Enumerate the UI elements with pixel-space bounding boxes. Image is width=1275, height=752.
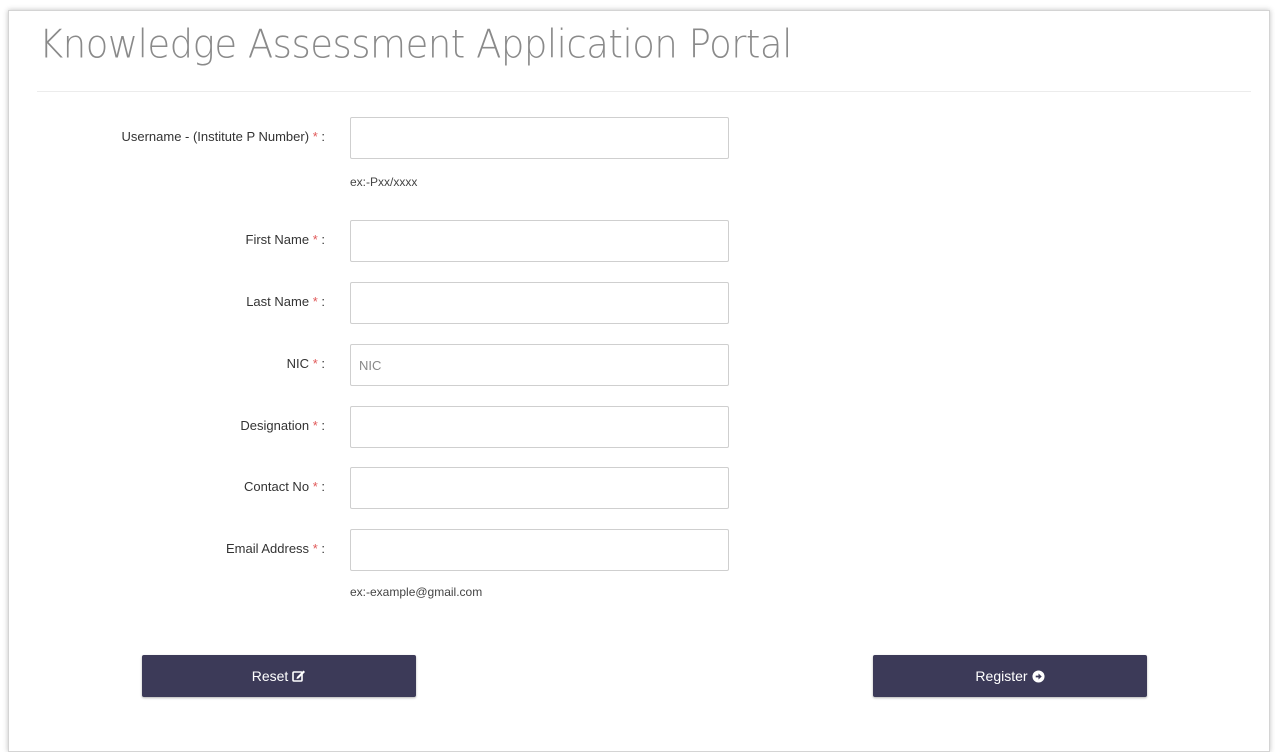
last-name-row: Last Name * : [9,282,1269,326]
first-name-row: First Name * : [9,220,1269,264]
required-mark: * [312,541,318,556]
reset-button-label: Reset [251,668,289,684]
register-button[interactable]: Register [873,655,1147,697]
required-mark: * [312,129,318,144]
first-name-label: First Name * : [245,232,326,247]
contact-no-input[interactable] [350,467,729,509]
title-divider [37,91,1251,92]
arrow-circle-right-icon [1032,669,1045,683]
designation-row: Designation * : [9,406,1269,450]
last-name-label: Last Name * : [246,294,325,309]
contact-no-label: Contact No * : [244,479,325,494]
designation-label: Designation * : [240,418,325,433]
required-mark: * [312,232,318,247]
designation-input[interactable] [350,406,729,448]
required-mark: * [312,479,318,494]
nic-row: NIC * : [9,344,1269,388]
username-hint: ex:-Pxx/xxxx [350,175,418,189]
first-name-input[interactable] [350,220,729,262]
email-label: Email Address * : [225,541,325,556]
email-row: Email Address * : ex:-example@gmail.com [9,529,1269,599]
last-name-input[interactable] [350,282,729,324]
register-button-label: Register [975,668,1028,684]
reset-button[interactable]: Reset [142,655,416,697]
contact-no-row: Contact No * : [9,467,1269,511]
username-row: Username - (Institute P Number) * : ex:-… [9,117,1269,189]
username-input[interactable] [350,117,729,159]
required-mark: * [312,294,318,309]
edit-icon [292,669,306,683]
nic-label: NIC * : [286,356,325,371]
nic-input[interactable] [350,344,729,386]
page-title: Knowledge Assessment Application Portal [39,21,792,68]
username-label: Username - (Institute P Number) * : [121,129,325,144]
required-mark: * [312,418,318,433]
email-hint: ex:-example@gmail.com [350,585,483,599]
registration-panel: Knowledge Assessment Application Portal … [8,10,1270,752]
required-mark: * [312,356,318,371]
email-input[interactable] [350,529,729,571]
